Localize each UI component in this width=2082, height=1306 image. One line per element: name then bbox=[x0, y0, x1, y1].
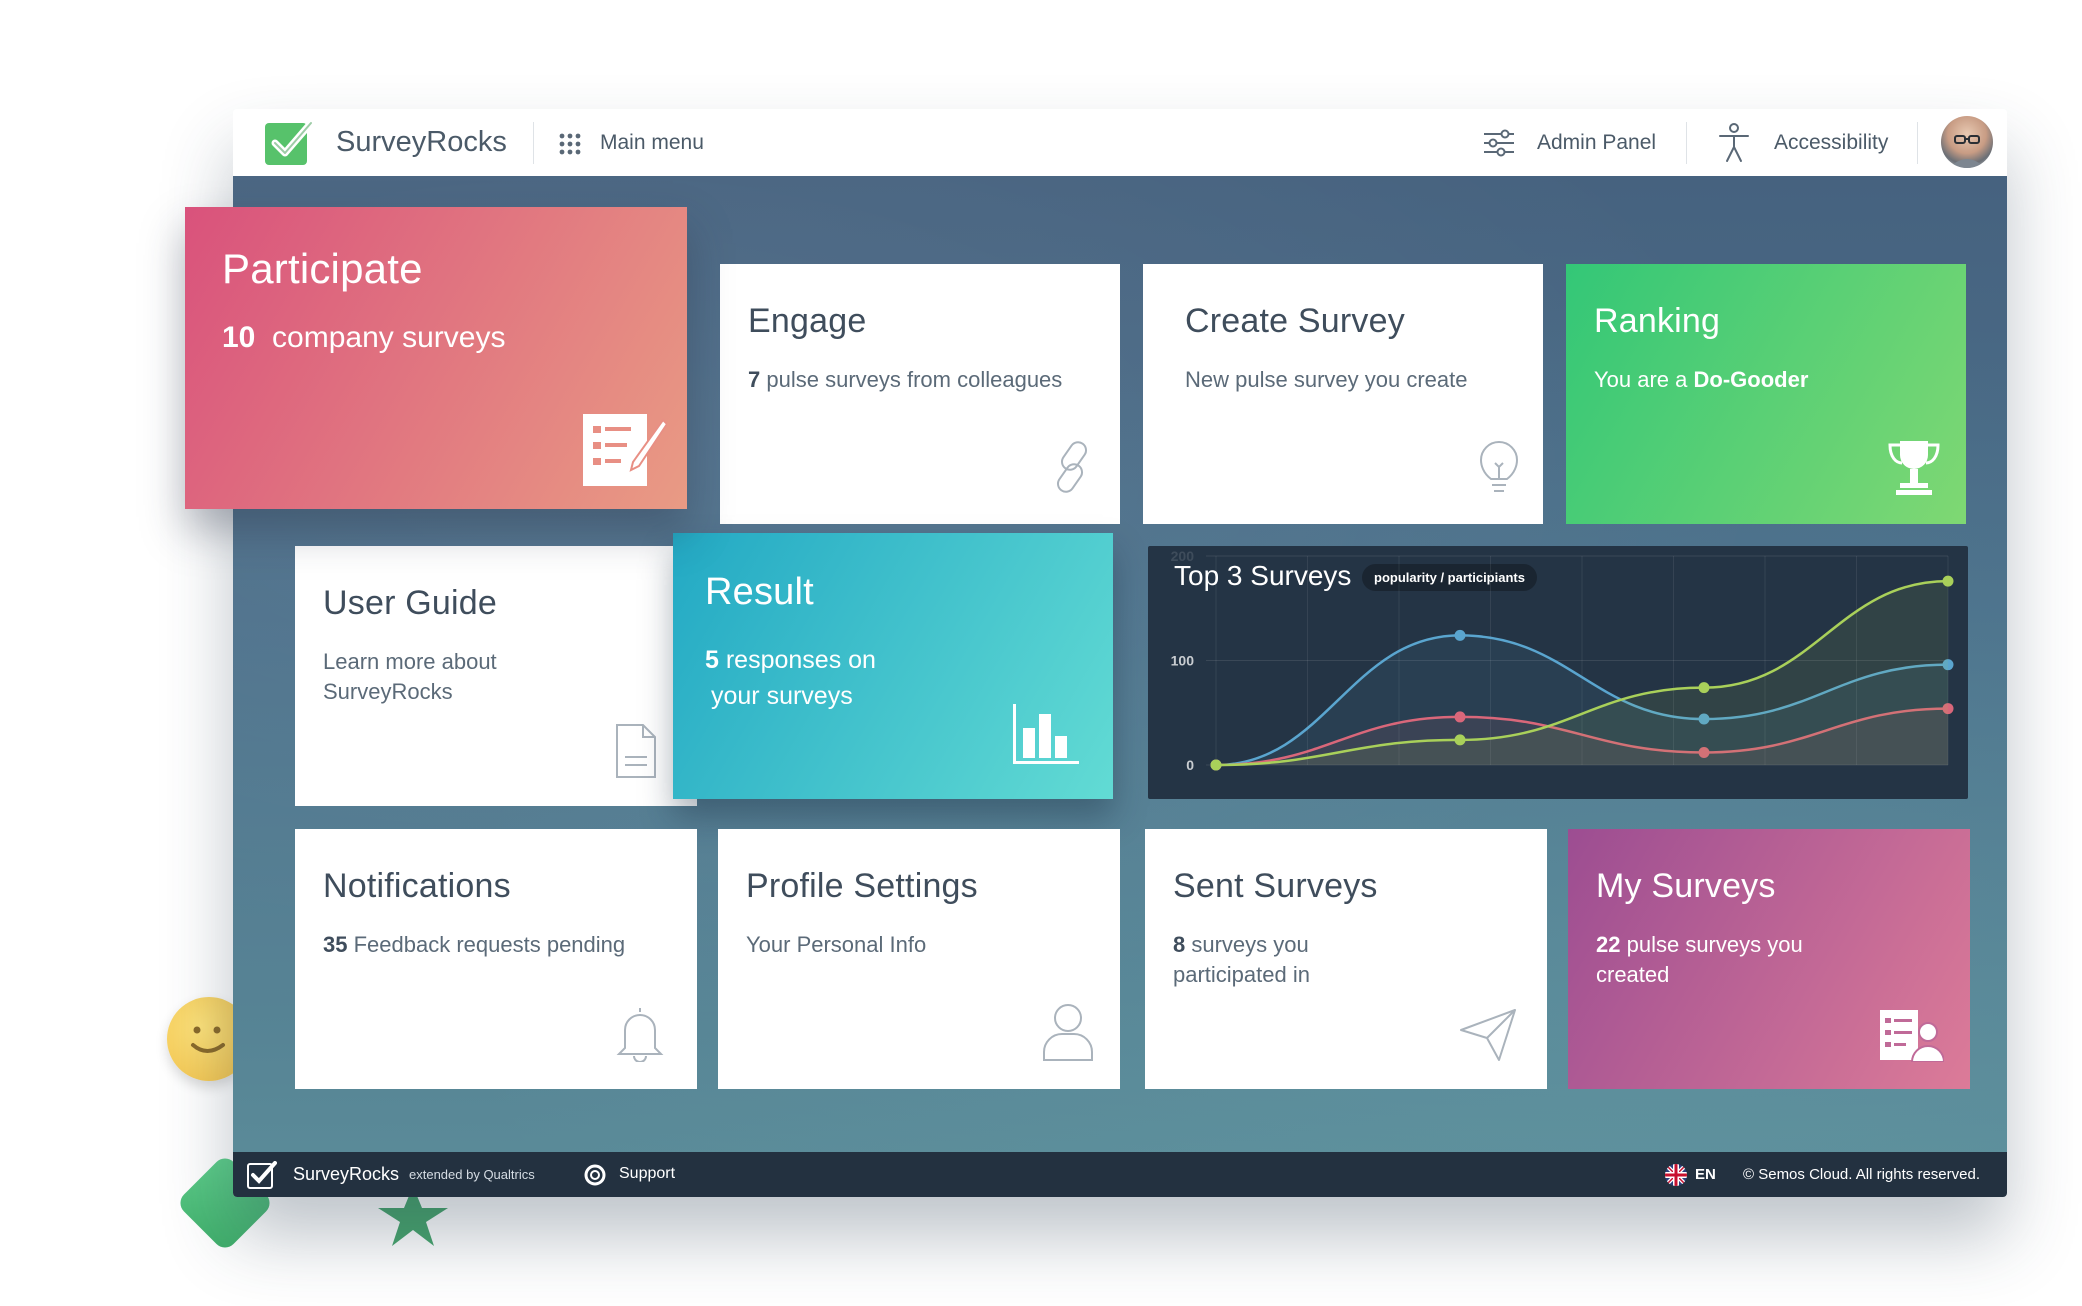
logo-check-icon[interactable] bbox=[263, 119, 315, 172]
lightbulb-icon bbox=[1479, 441, 1519, 502]
participate-description: 10 company surveys bbox=[222, 321, 506, 354]
user-avatar[interactable] bbox=[1941, 116, 1993, 168]
sliders-icon[interactable] bbox=[1483, 129, 1515, 162]
my-surveys-title: My Surveys bbox=[1596, 867, 1776, 905]
engage-title: Engage bbox=[748, 302, 867, 340]
accessibility-icon[interactable] bbox=[1718, 123, 1750, 168]
accessibility-link[interactable]: Accessibility bbox=[1774, 131, 1888, 155]
profile-settings-description: Your Personal Info bbox=[746, 932, 927, 957]
participate-tile[interactable]: Participate 10 company surveys bbox=[185, 207, 687, 509]
footer-logo-icon[interactable] bbox=[247, 1161, 277, 1194]
ranking-description: You are a Do-Gooder bbox=[1594, 367, 1809, 392]
footer-brand[interactable]: SurveyRocks bbox=[293, 1164, 399, 1185]
survey-form-icon bbox=[583, 412, 669, 491]
uk-flag-icon[interactable] bbox=[1665, 1164, 1687, 1186]
my-surveys-description: 22 pulse surveys you created bbox=[1596, 932, 1803, 987]
notifications-description: 35 Feedback requests pending bbox=[323, 932, 626, 957]
chart-point bbox=[1698, 682, 1710, 694]
paper-plane-icon bbox=[1459, 1008, 1517, 1067]
copyright-text: © Semos Cloud. All rights reserved. bbox=[1743, 1166, 1980, 1183]
chart-plot: 200 100 0 bbox=[1171, 548, 1954, 773]
footer-extended: extended by Qualtrics bbox=[409, 1167, 535, 1182]
lifebuoy-icon[interactable] bbox=[583, 1163, 607, 1192]
bar-chart-icon bbox=[1013, 704, 1079, 769]
engage-tile[interactable]: Engage 7 pulse surveys from colleagues bbox=[720, 264, 1120, 524]
chart-y-tick-label: 200 bbox=[1171, 548, 1195, 564]
grid-menu-icon[interactable] bbox=[559, 133, 581, 160]
create-survey-tile[interactable]: Create Survey New pulse survey you creat… bbox=[1143, 264, 1543, 524]
create-survey-title: Create Survey bbox=[1185, 302, 1405, 340]
main-menu-link[interactable]: Main menu bbox=[600, 131, 704, 155]
chart-y-tick-label: 100 bbox=[1171, 653, 1195, 669]
participate-title: Participate bbox=[222, 245, 423, 292]
my-surveys-tile[interactable]: My Surveys 22 pulse surveys you created bbox=[1568, 829, 1970, 1089]
chart-point bbox=[1454, 629, 1466, 641]
top-surveys-chart[interactable]: Top 3 Surveys popularity / participiants… bbox=[1148, 546, 1968, 799]
notifications-tile[interactable]: Notifications 35 Feedback requests pendi… bbox=[295, 829, 697, 1089]
user-guide-tile[interactable]: User Guide Learn more about SurveyRocks bbox=[295, 546, 697, 806]
footer: SurveyRocks extended by Qualtrics Suppor… bbox=[233, 1152, 2007, 1197]
chart-point bbox=[1942, 575, 1954, 587]
engage-description: 7 pulse surveys from colleagues bbox=[748, 367, 1063, 392]
bell-icon bbox=[615, 1004, 665, 1067]
brand-name[interactable]: SurveyRocks bbox=[336, 126, 507, 159]
profile-settings-tile[interactable]: Profile Settings Your Personal Info bbox=[718, 829, 1120, 1089]
survey-user-icon bbox=[1880, 1010, 1946, 1067]
top-bar: SurveyRocks Main menu Admin Panel Access… bbox=[233, 109, 2007, 177]
ranking-tile[interactable]: Ranking You are a Do-Gooder bbox=[1566, 264, 1966, 524]
chart-point bbox=[1210, 759, 1222, 771]
notifications-title: Notifications bbox=[323, 867, 511, 905]
sent-surveys-tile[interactable]: Sent Surveys 8 surveys you participated … bbox=[1145, 829, 1547, 1089]
trophy-icon bbox=[1886, 439, 1942, 502]
ranking-title: Ranking bbox=[1594, 302, 1721, 340]
language-selector[interactable]: EN bbox=[1695, 1166, 1716, 1183]
create-survey-description: New pulse survey you create bbox=[1185, 367, 1468, 392]
user-guide-description: Learn more about SurveyRocks bbox=[323, 649, 497, 704]
user-icon bbox=[1042, 1002, 1094, 1067]
result-title: Result bbox=[705, 571, 814, 613]
support-link[interactable]: Support bbox=[619, 1165, 675, 1183]
profile-settings-title: Profile Settings bbox=[746, 867, 978, 905]
chart-y-tick-label: 0 bbox=[1186, 757, 1194, 773]
user-guide-title: User Guide bbox=[323, 584, 497, 622]
chart-point bbox=[1454, 734, 1466, 746]
link-icon bbox=[1050, 439, 1096, 502]
result-tile[interactable]: Result 5 responses on your surveys bbox=[673, 533, 1113, 799]
sent-surveys-description: 8 surveys you participated in bbox=[1173, 932, 1310, 987]
document-icon bbox=[615, 723, 657, 784]
admin-panel-link[interactable]: Admin Panel bbox=[1537, 131, 1656, 155]
chart-point bbox=[1454, 711, 1466, 723]
sent-surveys-title: Sent Surveys bbox=[1173, 867, 1378, 905]
